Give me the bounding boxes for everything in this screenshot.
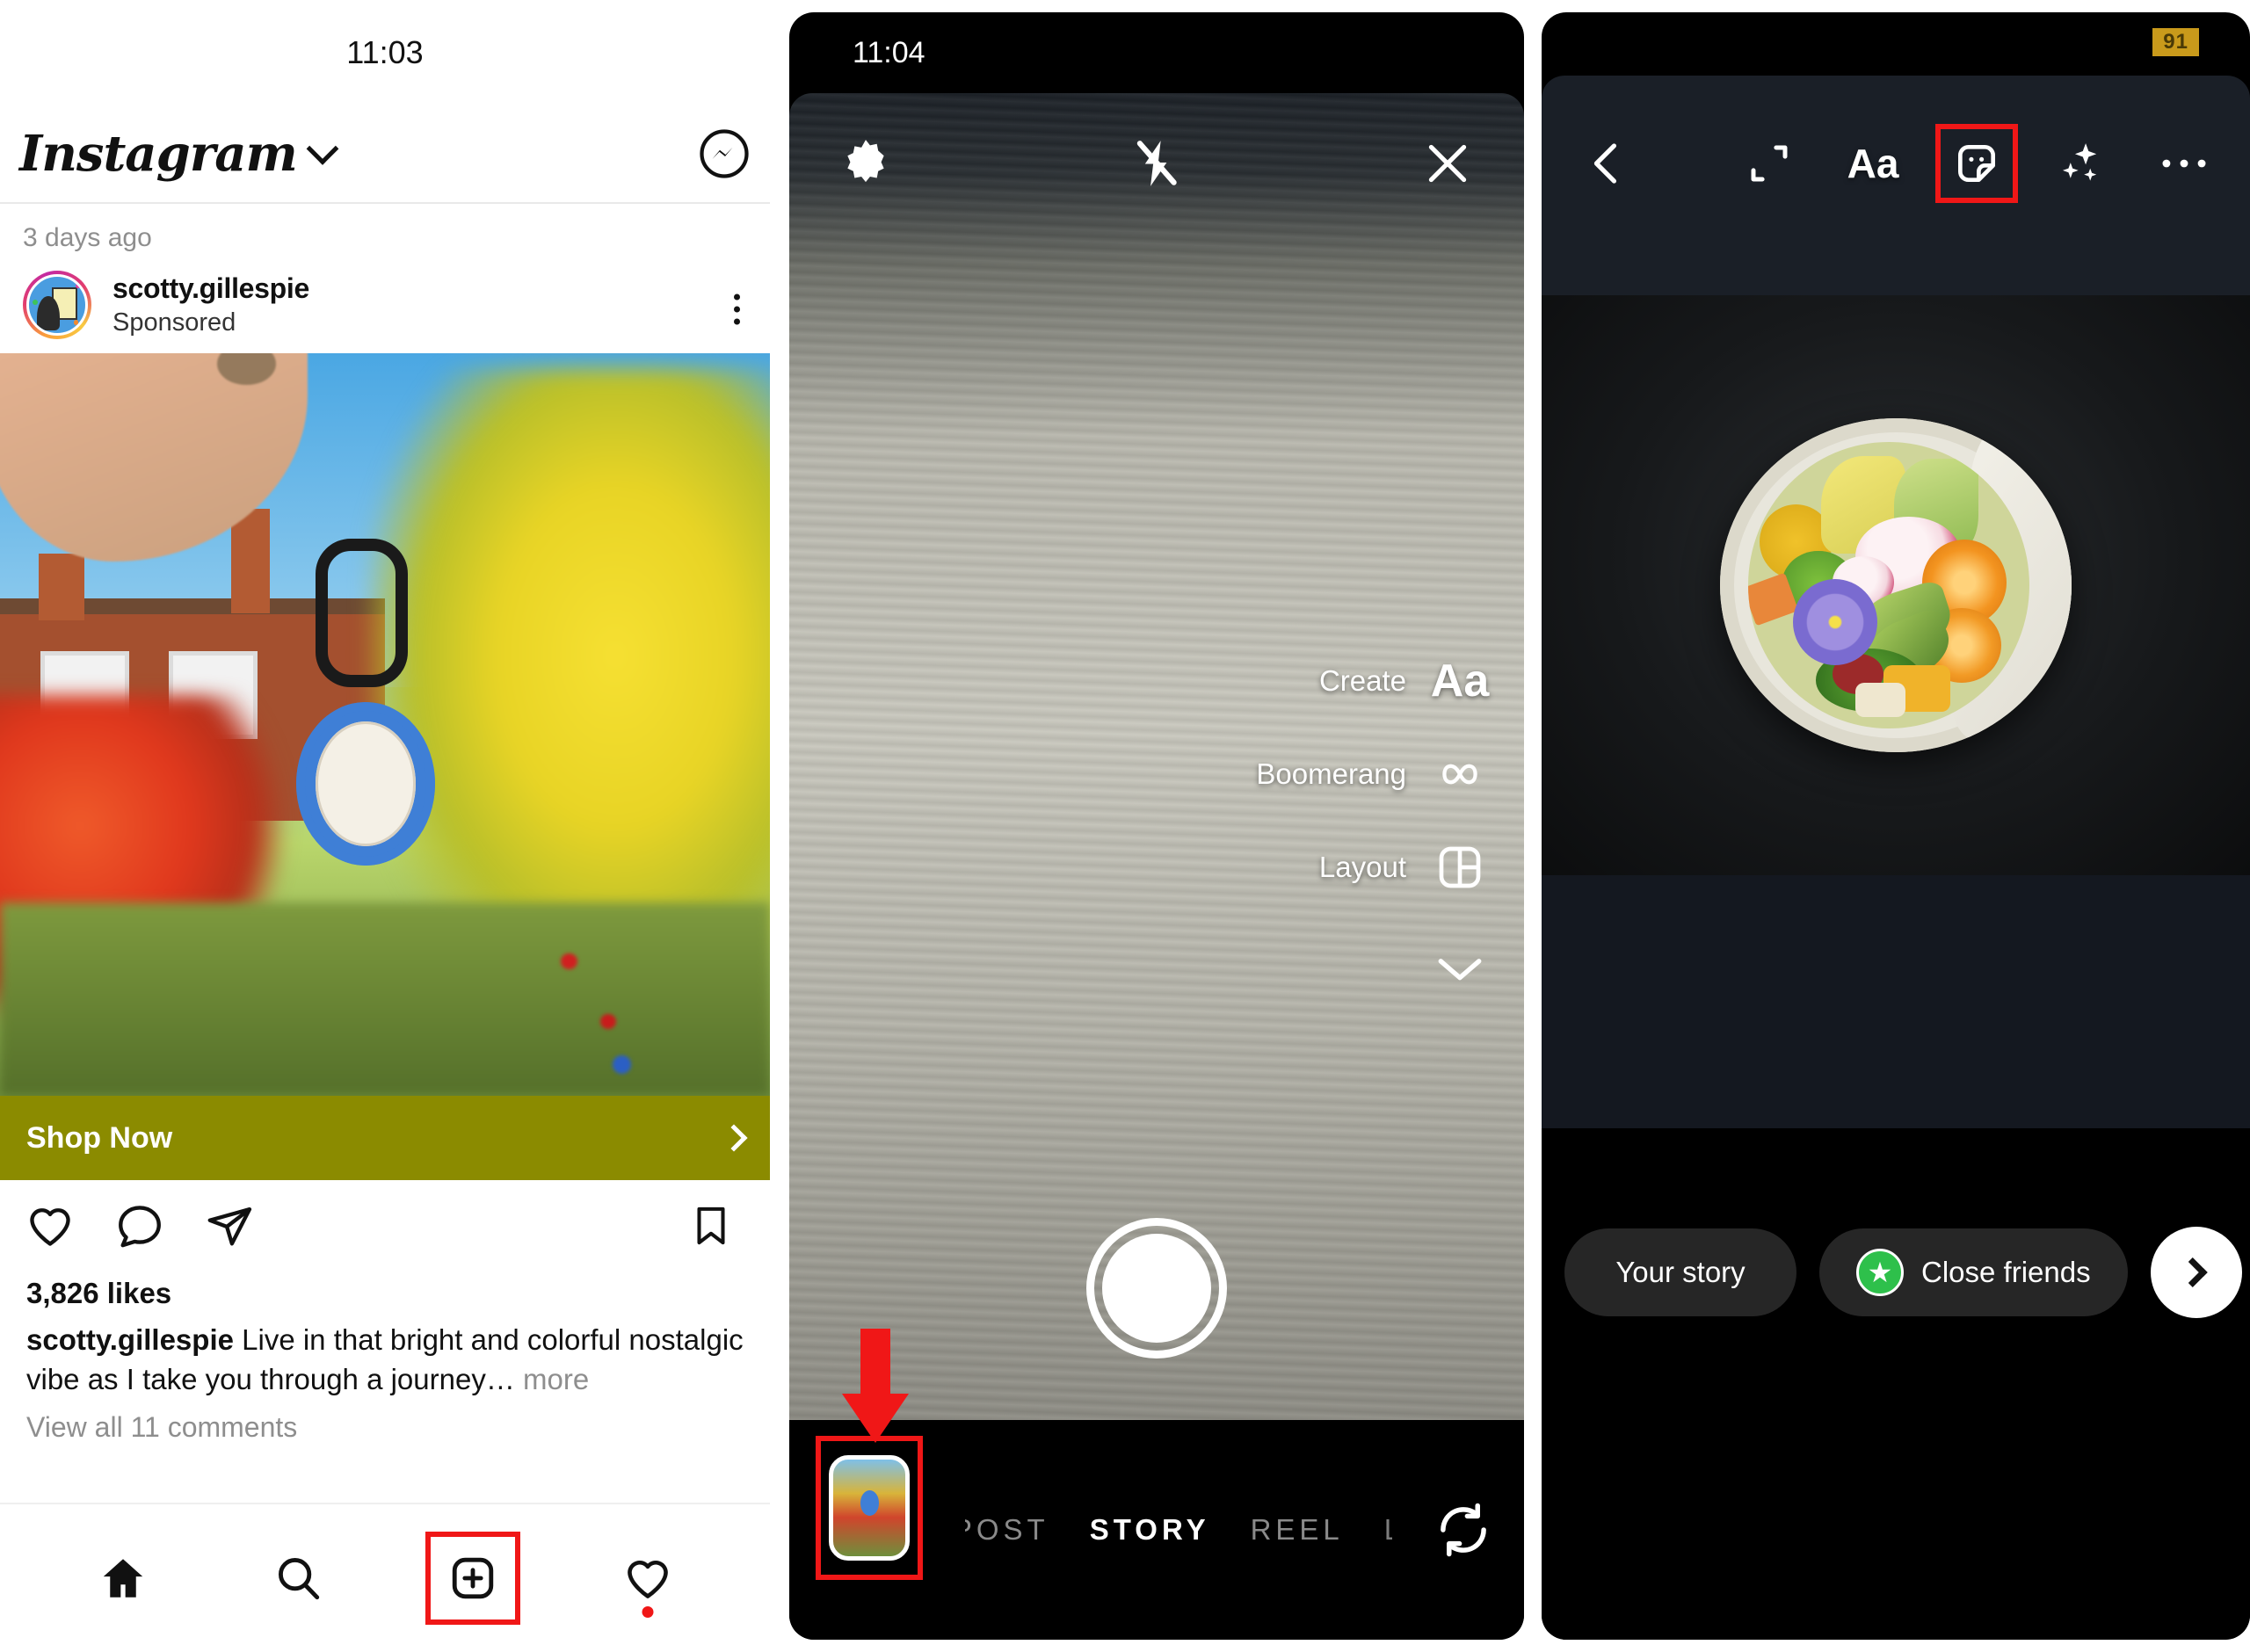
story-photo[interactable] <box>1542 295 2250 875</box>
next-button[interactable] <box>2150 1227 2242 1318</box>
camera-mode-reel[interactable]: REEL <box>1251 1513 1344 1547</box>
story-bottom-bar: Your story ★ Close friends <box>1542 1128 2250 1640</box>
close-icon[interactable] <box>1420 136 1475 191</box>
camera-menu-label: Create <box>1318 664 1406 697</box>
flip-camera-icon[interactable] <box>1434 1501 1492 1559</box>
camera-menu-label: Boomerang <box>1256 757 1406 790</box>
story-toolbar-area: Aa <box>1542 76 2250 295</box>
story-toolbar: Aa <box>1542 111 2250 216</box>
shop-now-cta[interactable]: Shop Now <box>0 1096 770 1180</box>
post-header: scotty.gillespie Sponsored <box>0 265 770 353</box>
back-chevron-icon[interactable] <box>1580 136 1635 191</box>
gallery-highlight-box <box>816 1329 923 1580</box>
camera-mode-live[interactable]: L <box>1384 1513 1392 1547</box>
chevron-down-icon[interactable] <box>306 132 339 165</box>
post-sponsored-label: Sponsored <box>112 308 236 337</box>
create-highlight-box <box>425 1532 520 1625</box>
view-comments-link[interactable]: View all 11 comments <box>0 1399 770 1444</box>
text-aa-icon: Aa <box>1430 656 1490 706</box>
notification-dot <box>642 1606 653 1618</box>
your-story-label: Your story <box>1615 1256 1746 1288</box>
avatar[interactable] <box>23 271 91 339</box>
status-bar: 11:03 <box>0 0 770 105</box>
camera-mode-post[interactable]: POST <box>965 1513 1049 1547</box>
story-photo-backdrop <box>1542 875 2250 1128</box>
instagram-feed-panel: 11:03 Instagram 3 days ago scotty.gilles… <box>0 0 770 1652</box>
bottom-tab-bar <box>0 1503 770 1652</box>
flash-off-icon[interactable] <box>1129 136 1184 191</box>
post-actions <box>0 1180 770 1272</box>
caption-more-link[interactable]: more <box>523 1363 589 1395</box>
post-photo[interactable] <box>0 353 770 1096</box>
camera-status-time: 11:04 <box>853 35 925 69</box>
chevron-down-icon <box>1434 944 1485 995</box>
camera-mode-strip: POST STORY REEL L <box>965 1513 1392 1547</box>
camera-mode-story[interactable]: STORY <box>1090 1513 1210 1547</box>
app-title: Instagram <box>19 125 298 183</box>
heart-activity-icon <box>622 1553 673 1604</box>
gear-icon[interactable] <box>838 136 893 191</box>
layout-grid-icon <box>1434 842 1485 893</box>
camera-bottom-bar: POST STORY REEL L <box>789 1329 1524 1640</box>
sparkles-icon[interactable] <box>2053 136 2108 191</box>
shutter-button[interactable] <box>1086 1218 1227 1359</box>
chevron-right-icon <box>2177 1257 2208 1287</box>
camera-panel: 11:04 Create Aa Boomerang Layout OST STO… <box>789 12 1524 1640</box>
star-icon: ★ <box>1856 1249 1904 1296</box>
share-icon[interactable] <box>204 1200 255 1251</box>
tab-search[interactable] <box>245 1530 351 1627</box>
kebab-menu-icon[interactable] <box>734 293 740 325</box>
camera-menu-item-create[interactable]: Create Aa <box>1318 656 1490 706</box>
instagram-logo-dropdown[interactable]: Instagram <box>19 125 339 183</box>
shop-now-label: Shop Now <box>26 1120 173 1155</box>
likes-count: 3,826 likes <box>26 1277 172 1309</box>
camera-mode-menu: Create Aa Boomerang Layout <box>1256 656 1490 995</box>
camera-top-toolbar <box>789 93 1524 234</box>
camera-menu-label: Layout <box>1318 851 1406 883</box>
post-username[interactable]: scotty.gillespie <box>112 272 309 305</box>
story-share-actions: Your story ★ Close friends <box>1564 1227 2242 1318</box>
search-icon <box>272 1553 323 1604</box>
tab-activity[interactable] <box>595 1530 700 1627</box>
story-editor-panel: 91 Aa Your story ★ Close friends <box>1542 12 2250 1640</box>
messenger-icon[interactable] <box>698 127 751 180</box>
camera-status-bar: 11:04 <box>789 12 1524 93</box>
sticker-icon[interactable] <box>1935 124 2018 203</box>
gallery-thumbnail[interactable] <box>829 1455 910 1561</box>
close-friends-label: Close friends <box>1921 1256 2091 1288</box>
camera-menu-expand[interactable] <box>1434 944 1485 995</box>
tab-create[interactable] <box>420 1530 526 1627</box>
screenshot-stage: 11:03 Instagram 3 days ago scotty.gilles… <box>0 0 2250 1652</box>
bookmark-icon[interactable] <box>687 1202 735 1250</box>
chevron-right-icon <box>720 1124 748 1152</box>
camera-viewfinder[interactable]: Create Aa Boomerang Layout <box>789 93 1524 1420</box>
heart-icon[interactable] <box>25 1200 76 1251</box>
battery-badge: 91 <box>2152 28 2199 56</box>
infinity-icon <box>1434 749 1485 800</box>
salad-bowl-graphic <box>1720 418 2072 752</box>
tab-home[interactable] <box>70 1530 176 1627</box>
text-aa-icon[interactable]: Aa <box>1846 136 1900 191</box>
camera-menu-item-layout[interactable]: Layout <box>1319 842 1485 893</box>
close-friends-button[interactable]: ★ Close friends <box>1819 1228 2128 1316</box>
post-caption: scotty.gillespie Live in that bright and… <box>0 1310 770 1399</box>
comment-icon[interactable] <box>114 1200 165 1251</box>
your-story-button[interactable]: Your story <box>1564 1228 1796 1316</box>
story-status-bar: 91 <box>1542 12 2250 76</box>
camera-menu-item-boomerang[interactable]: Boomerang <box>1256 749 1485 800</box>
instagram-header: Instagram <box>0 105 770 202</box>
feed-timestamp: 3 days ago <box>23 223 152 252</box>
caption-username[interactable]: scotty.gillespie <box>26 1323 234 1356</box>
crop-expand-icon[interactable] <box>1742 136 1796 191</box>
more-dots-icon[interactable] <box>2157 136 2211 191</box>
home-icon <box>98 1553 149 1604</box>
status-time: 11:03 <box>346 34 424 70</box>
